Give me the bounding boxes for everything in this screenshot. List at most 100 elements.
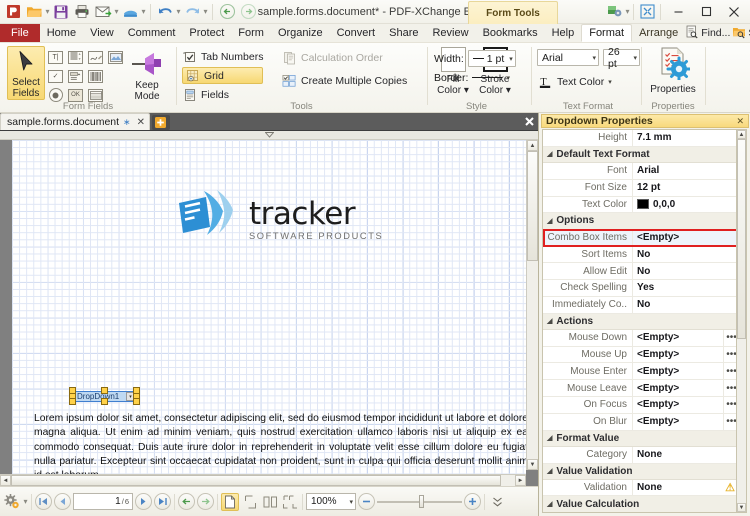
page-number-input[interactable]: 1 / 6 xyxy=(73,493,133,510)
pdf-page[interactable]: tracker SOFTWARE PRODUCTS DropDown1 ▾ Lo… xyxy=(12,140,526,479)
document-vscroll-thumb[interactable] xyxy=(527,151,538,261)
selected-form-field-dropdown[interactable]: DropDown1 ▾ xyxy=(69,387,141,405)
border-style-preview[interactable] xyxy=(472,77,503,78)
next-page-button[interactable] xyxy=(135,493,152,510)
arrow-left-circle-icon[interactable] xyxy=(217,2,237,22)
last-page-button[interactable] xyxy=(154,493,171,510)
single-page-view-button[interactable] xyxy=(221,492,239,511)
property-row[interactable]: Mouse Down <Empty> ••• xyxy=(543,329,739,347)
envelope-icon[interactable] xyxy=(93,2,113,22)
property-row[interactable]: Combo Box Items <Empty> xyxy=(543,229,739,247)
font-combo[interactable]: Arial ▾ xyxy=(537,49,599,66)
property-value[interactable]: <Empty> xyxy=(632,363,723,380)
tab-bookmarks[interactable]: Bookmarks xyxy=(476,24,545,42)
property-row[interactable]: Text Color 0,0,0 xyxy=(543,196,739,214)
property-value[interactable]: None xyxy=(632,446,739,463)
two-page-view-button[interactable] xyxy=(261,493,279,511)
redo-icon[interactable] xyxy=(182,2,202,22)
barcode-icon[interactable] xyxy=(86,67,105,85)
property-row[interactable]: Sort Items No xyxy=(543,246,739,264)
contextual-tab-form-tools[interactable]: Form Tools xyxy=(468,1,558,24)
property-row[interactable]: Mouse Up <Empty> ••• xyxy=(543,346,739,364)
gear-icon[interactable] xyxy=(3,493,21,511)
tab-help[interactable]: Help xyxy=(545,24,582,42)
image-field-icon[interactable] xyxy=(106,48,125,66)
width-combo[interactable]: 1 pt ▾ xyxy=(467,50,516,67)
tab-numbers-button[interactable]: a Tab Numbers xyxy=(182,48,264,65)
tab-home[interactable]: Home xyxy=(40,24,83,42)
tab-protect[interactable]: Protect xyxy=(182,24,231,42)
property-value[interactable]: Arial xyxy=(632,162,739,179)
property-row[interactable]: Validation None ⚠ xyxy=(543,479,739,497)
list-box-icon[interactable] xyxy=(66,48,85,66)
tab-view[interactable]: View xyxy=(83,24,121,42)
section-collapse-icon[interactable]: ◢ xyxy=(547,434,552,442)
property-section-header[interactable]: ◢ Default Text Format xyxy=(543,146,739,163)
zoom-in-button[interactable] xyxy=(464,493,481,510)
close-icon[interactable]: ✕ xyxy=(135,117,145,128)
save-icon[interactable] xyxy=(51,2,71,22)
property-value[interactable]: <Empty> xyxy=(632,346,723,363)
property-row[interactable]: On Focus <Empty> ••• xyxy=(543,396,739,414)
property-row[interactable]: Allow Edit No xyxy=(543,263,739,280)
zoom-slider-knob[interactable] xyxy=(419,495,424,508)
property-row[interactable]: Mouse Leave <Empty> ••• xyxy=(543,380,739,397)
keep-mode-button[interactable]: Keep Mode xyxy=(125,47,169,105)
property-value[interactable]: <Empty> xyxy=(632,229,739,246)
text-color-button[interactable]: T Text Color ▾ xyxy=(538,73,612,90)
fullscreen-icon[interactable] xyxy=(637,2,657,22)
continuous-view-button[interactable] xyxy=(241,493,259,511)
new-tab-button[interactable] xyxy=(151,115,170,130)
close-button[interactable] xyxy=(720,1,748,23)
text-field-icon[interactable]: T| xyxy=(46,48,65,66)
document-tab[interactable]: sample.forms.document ∗ ✕ xyxy=(0,113,150,130)
redo-dropdown-arrow-icon[interactable]: ▾ xyxy=(203,7,208,16)
property-value[interactable]: Yes xyxy=(632,279,739,296)
maximize-button[interactable] xyxy=(692,1,720,23)
zoom-out-button[interactable] xyxy=(358,493,375,510)
two-page-continuous-view-button[interactable] xyxy=(281,493,299,511)
property-section-header[interactable]: ◢ Value Validation xyxy=(543,463,739,480)
search-button[interactable]: Search... xyxy=(732,25,750,42)
tab-arrange[interactable]: Arrange xyxy=(632,24,685,42)
property-value[interactable]: 7.1 mm xyxy=(632,130,739,146)
tab-comment[interactable]: Comment xyxy=(121,24,183,42)
border-chevron-down-icon[interactable]: ▾ xyxy=(506,74,510,82)
scroll-left-arrow-icon[interactable]: ◄ xyxy=(0,475,11,486)
minimize-button[interactable] xyxy=(664,1,692,23)
customize-dropdown-arrow-icon[interactable]: ▾ xyxy=(625,7,630,16)
property-row[interactable]: Mouse Enter <Empty> ••• xyxy=(543,363,739,381)
property-value[interactable]: 0,0,0 xyxy=(632,196,739,213)
props-scroll-down-arrow-icon[interactable]: ▼ xyxy=(737,503,746,512)
font-chevron-down-icon[interactable]: ▾ xyxy=(589,54,596,62)
property-value[interactable]: 12 pt xyxy=(632,179,739,196)
tab-convert[interactable]: Convert xyxy=(330,24,383,42)
section-collapse-icon[interactable]: ◢ xyxy=(547,500,552,508)
resize-handle-se[interactable] xyxy=(133,398,140,405)
props-vscroll-thumb[interactable] xyxy=(737,139,746,339)
close-document-pane-icon[interactable] xyxy=(522,114,536,128)
grid-button[interactable]: Grid xyxy=(182,67,264,84)
section-collapse-icon[interactable]: ◢ xyxy=(547,150,552,158)
tab-file[interactable]: File xyxy=(0,24,40,42)
first-page-button[interactable] xyxy=(35,493,52,510)
calculation-order-button[interactable]: Calculation Order xyxy=(282,49,407,66)
section-collapse-icon[interactable]: ◢ xyxy=(547,217,552,225)
find-button[interactable]: Find... xyxy=(685,25,730,42)
zoom-slider[interactable] xyxy=(377,495,462,509)
email-dropdown-arrow-icon[interactable]: ▾ xyxy=(114,7,119,16)
property-section-header[interactable]: ◢ Actions xyxy=(543,313,739,330)
check-box-icon[interactable]: ✓ xyxy=(46,67,65,85)
scroll-up-arrow-icon[interactable]: ▲ xyxy=(527,140,538,151)
text-color-chevron-down-icon[interactable]: ▾ xyxy=(608,78,612,86)
tab-form[interactable]: Form xyxy=(231,24,271,42)
property-value[interactable]: <Empty> xyxy=(632,396,723,413)
width-chevron-down-icon[interactable]: ▾ xyxy=(506,55,513,63)
property-section-header[interactable]: ◢ Value Calculation xyxy=(543,496,739,512)
document-hscroll-thumb[interactable] xyxy=(11,475,501,486)
property-value[interactable]: <Empty> xyxy=(632,413,723,430)
open-dropdown-arrow-icon[interactable]: ▾ xyxy=(45,7,50,16)
resize-handle-s[interactable] xyxy=(101,398,108,405)
section-collapse-icon[interactable]: ◢ xyxy=(547,317,552,325)
property-value[interactable]: <Empty> xyxy=(632,329,723,346)
